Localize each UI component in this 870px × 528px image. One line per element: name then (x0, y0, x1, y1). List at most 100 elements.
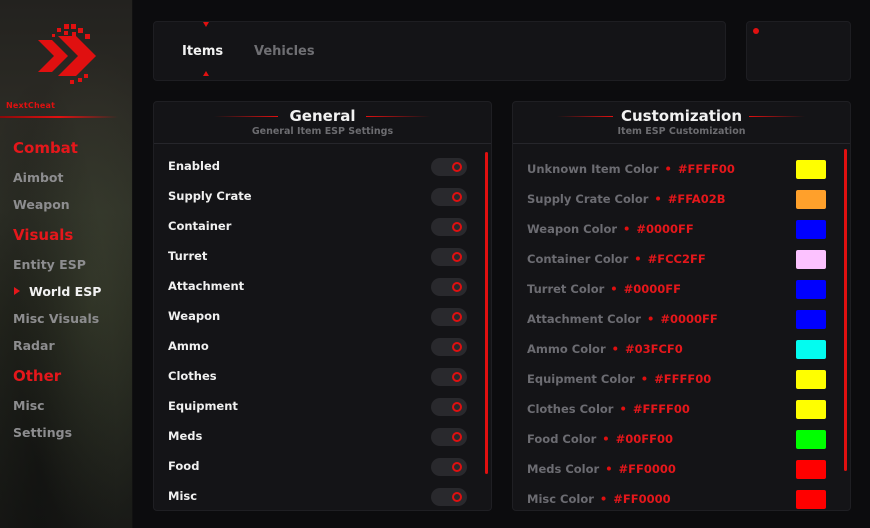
color-swatch[interactable] (796, 490, 826, 509)
toggle-switch[interactable] (431, 428, 467, 446)
nav-item-weapon[interactable]: Weapon (13, 197, 70, 212)
color-row: Unknown Item Color • #FFFF00 (527, 155, 828, 185)
color-swatch[interactable] (796, 370, 826, 389)
toggle-switch[interactable] (431, 488, 467, 506)
toggle-label: Equipment (168, 399, 238, 413)
toggle-row: Attachment (168, 272, 469, 302)
general-subtitle: General Item ESP Settings (251, 126, 394, 137)
color-swatch[interactable] (796, 310, 826, 329)
color-row: Clothes Color • #FFFF00 (527, 395, 828, 425)
separator-dot-icon: • (599, 492, 608, 506)
nav-item-misc[interactable]: Misc (13, 398, 45, 413)
toggle-label: Food (168, 459, 200, 473)
color-label: Misc Color • #FF0000 (527, 492, 671, 506)
toggle-knob-icon (452, 492, 462, 502)
nav-item-aimbot[interactable]: Aimbot (13, 170, 64, 185)
toggle-switch[interactable] (431, 368, 467, 386)
color-row: Attachment Color • #0000FF (527, 305, 828, 335)
color-swatch[interactable] (796, 460, 826, 479)
color-swatch[interactable] (796, 340, 826, 359)
toggle-label: Container (168, 219, 232, 233)
toggle-row: Turret (168, 242, 469, 272)
toggle-knob-icon (452, 402, 462, 412)
nav-item-radar[interactable]: Radar (13, 338, 55, 353)
general-title: General (289, 107, 356, 125)
panel-divider (513, 143, 850, 144)
active-indicator-icon (14, 287, 20, 295)
color-label: Attachment Color • #0000FF (527, 312, 718, 326)
toggle-label: Enabled (168, 159, 221, 173)
toggle-knob-icon (452, 282, 462, 292)
color-label: Weapon Color • #0000FF (527, 222, 694, 236)
toggle-switch[interactable] (431, 278, 467, 296)
color-label: Unknown Item Color • #FFFF00 (527, 162, 735, 176)
color-name: Misc Color (527, 492, 594, 506)
toggle-switch[interactable] (431, 338, 467, 356)
toggle-switch[interactable] (431, 158, 467, 176)
toggle-switch[interactable] (431, 458, 467, 476)
separator-dot-icon: • (634, 252, 642, 266)
separator-dot-icon: • (654, 192, 662, 206)
toggle-label: Ammo (168, 339, 209, 353)
general-panel: General General Item ESP Settings Enable… (153, 101, 492, 511)
toggle-row: Equipment (168, 392, 469, 422)
toggle-label: Attachment (168, 279, 245, 293)
toggle-switch[interactable] (431, 308, 467, 326)
nav-item-settings[interactable]: Settings (13, 425, 72, 440)
color-row: Ammo Color • #03FCF0 (527, 335, 828, 365)
color-row: Misc Color • #FF0000 (527, 485, 828, 510)
toggle-switch[interactable] (431, 188, 467, 206)
color-hex-value: #FCC2FF (647, 252, 706, 266)
nav-item-misc-visuals[interactable]: Misc Visuals (13, 311, 99, 326)
customization-panel: Customization Item ESP Customization Unk… (512, 101, 851, 511)
color-name: Food Color (527, 432, 597, 446)
color-name: Equipment Color (527, 372, 635, 386)
toggle-knob-icon (452, 462, 462, 472)
toggle-label: Meds (168, 429, 203, 443)
color-swatch[interactable] (796, 400, 826, 419)
nav-item-world-esp[interactable]: World ESP (29, 284, 101, 299)
tab-active-bottom-marker-icon (203, 71, 209, 76)
color-name: Unknown Item Color (527, 162, 659, 176)
toggle-label: Supply Crate (168, 189, 252, 203)
sidebar: NextCheat Combat Aimbot Weapon Visuals E… (0, 0, 133, 528)
color-name: Meds Color (527, 462, 600, 476)
color-hex-value: #FF0000 (613, 492, 671, 506)
color-hex-value: #FFA02B (667, 192, 726, 206)
brand-name: NextCheat (6, 101, 56, 110)
color-row: Supply Crate Color • #FFA02B (527, 185, 828, 215)
color-hex-value: #0000FF (623, 282, 681, 296)
toggle-row: Meds (168, 422, 469, 452)
color-label: Supply Crate Color • #FFA02B (527, 192, 725, 206)
general-scrollbar[interactable] (485, 152, 488, 474)
tab-vehicles[interactable]: Vehicles (254, 44, 315, 59)
tab-bar: Items Vehicles (153, 21, 726, 81)
color-hex-value: #00FF00 (615, 432, 673, 446)
tab-items[interactable]: Items (182, 44, 223, 59)
color-hex-value: #0000FF (660, 312, 718, 326)
color-hex-value: #0000FF (636, 222, 694, 236)
color-label: Food Color • #00FF00 (527, 432, 673, 446)
color-swatch[interactable] (796, 250, 826, 269)
color-hex-value: #03FCF0 (624, 342, 683, 356)
color-swatch[interactable] (796, 280, 826, 299)
toggle-row: Food (168, 452, 469, 482)
color-row: Food Color • #00FF00 (527, 425, 828, 455)
toggle-row: Ammo (168, 332, 469, 362)
toggle-label: Weapon (168, 309, 221, 323)
color-swatch[interactable] (796, 160, 826, 179)
color-swatch[interactable] (796, 430, 826, 449)
separator-dot-icon: • (610, 282, 618, 296)
customization-scrollbar[interactable] (844, 149, 847, 471)
nav-item-entity-esp[interactable]: Entity ESP (13, 257, 86, 272)
color-label: Meds Color • #FF0000 (527, 462, 676, 476)
customization-subtitle: Item ESP Customization (617, 126, 746, 137)
color-swatch[interactable] (796, 190, 826, 209)
toggle-knob-icon (452, 192, 462, 202)
toggle-switch[interactable] (431, 398, 467, 416)
toggle-switch[interactable] (431, 248, 467, 266)
color-swatch[interactable] (796, 220, 826, 239)
nav-section-other: Other (13, 367, 62, 385)
toggle-switch[interactable] (431, 218, 467, 236)
color-label: Container Color • #FCC2FF (527, 252, 706, 266)
